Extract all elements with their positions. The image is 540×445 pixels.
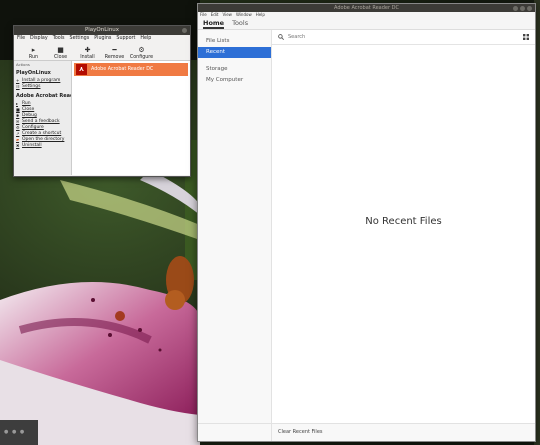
menu-settings[interactable]: Settings bbox=[70, 35, 90, 42]
settings-icon: ☷ bbox=[16, 84, 20, 89]
maximize-icon[interactable] bbox=[520, 5, 525, 11]
acrobat-tabs: Home Tools bbox=[198, 18, 535, 30]
minus-icon: ━ bbox=[112, 46, 117, 54]
acrobat-main-panel: No Recent Files Clear Recent Files bbox=[272, 30, 535, 441]
close-button[interactable]: ■ Close bbox=[47, 46, 74, 60]
search-icon bbox=[278, 34, 284, 40]
workspace-dots-icon[interactable]: ● ● ● bbox=[4, 429, 25, 435]
menu-help[interactable]: Help bbox=[140, 35, 151, 42]
run-button-label: Run bbox=[28, 55, 39, 60]
acrobat-window: Adobe Acrobat Reader DC File Edit View W… bbox=[197, 3, 536, 442]
playonlinux-titlebar[interactable]: PlayOnLinux bbox=[14, 26, 190, 35]
empty-state-message: No Recent Files bbox=[365, 216, 442, 227]
settings-link[interactable]: ☷ Settings bbox=[16, 84, 69, 90]
stop-icon: ■ bbox=[57, 46, 64, 54]
window-title: PlayOnLinux bbox=[84, 27, 120, 33]
run-button[interactable]: ▸ Run bbox=[20, 46, 47, 60]
playonlinux-actions-sidebar: Actions PlayOnLinux + Install a program ☷… bbox=[14, 61, 72, 175]
menu-tools[interactable]: Tools bbox=[53, 35, 65, 42]
minimize-icon[interactable] bbox=[513, 5, 518, 11]
nav-recent[interactable]: Recent bbox=[198, 47, 271, 58]
window-title: Adobe Acrobat Reader DC bbox=[334, 5, 399, 11]
close-button-label: Close bbox=[53, 55, 68, 60]
close-icon[interactable] bbox=[182, 28, 187, 33]
install-button[interactable]: ✚ Install bbox=[74, 46, 101, 60]
menu-file[interactable]: File bbox=[17, 35, 25, 42]
install-button-label: Install bbox=[80, 55, 95, 60]
nav-storage: Storage bbox=[206, 66, 228, 72]
acrobat-titlebar[interactable]: Adobe Acrobat Reader DC bbox=[198, 4, 535, 12]
menu-support[interactable]: Support bbox=[116, 35, 135, 42]
close-icon[interactable] bbox=[527, 5, 532, 11]
search-input[interactable] bbox=[288, 34, 438, 40]
gear-icon: ⚙ bbox=[138, 46, 145, 54]
menu-plugins[interactable]: Plugins bbox=[94, 35, 111, 42]
remove-button-label: Remove bbox=[104, 55, 125, 60]
configure-button[interactable]: ⚙ Configure bbox=[128, 46, 155, 60]
play-icon: ▸ bbox=[31, 46, 36, 54]
playonlinux-toolbar: ▸ Run ■ Close ✚ Install ━ Remove ⚙ Confi… bbox=[14, 42, 190, 61]
taskbar-fragment: ● ● ● bbox=[0, 420, 38, 445]
remove-button[interactable]: ━ Remove bbox=[101, 46, 128, 60]
configure-button-label: Configure bbox=[129, 55, 154, 60]
nav-my-computer[interactable]: My Computer bbox=[198, 75, 271, 86]
acrobat-left-nav: File Lists Recent Storage My Computer bbox=[198, 30, 272, 441]
list-item[interactable]: ⋏ Adobe Acrobat Reader DC bbox=[74, 63, 188, 76]
nav-footer bbox=[198, 423, 271, 441]
search-bar bbox=[272, 30, 535, 45]
menu-help[interactable]: Help bbox=[256, 12, 265, 18]
installed-programs-list: ⋏ Adobe Acrobat Reader DC bbox=[72, 61, 190, 175]
sidebar-header: Actions bbox=[16, 62, 30, 67]
grid-view-icon[interactable] bbox=[523, 34, 529, 40]
plus-icon: ✚ bbox=[84, 46, 91, 54]
sidebar-section-app: Adobe Acrobat Reader bbox=[16, 93, 71, 99]
menu-display[interactable]: Display bbox=[30, 35, 48, 42]
list-item-label: Adobe Acrobat Reader DC bbox=[91, 67, 154, 72]
tab-tools[interactable]: Tools bbox=[232, 18, 248, 29]
tab-home[interactable]: Home bbox=[203, 18, 225, 29]
nav-file-lists: File Lists bbox=[206, 38, 230, 44]
clear-recent-files-button[interactable]: Clear Recent Files bbox=[272, 423, 535, 441]
uninstall-link[interactable]: ✖ Uninstall bbox=[16, 143, 69, 149]
playonlinux-menubar: File Display Tools Settings Plugins Supp… bbox=[14, 35, 190, 42]
playonlinux-window: PlayOnLinux File Display Tools Settings … bbox=[13, 25, 191, 177]
trash-icon: ✖ bbox=[16, 143, 20, 148]
acrobat-icon: ⋏ bbox=[76, 64, 87, 75]
sidebar-section-playonlinux: PlayOnLinux bbox=[16, 70, 51, 76]
